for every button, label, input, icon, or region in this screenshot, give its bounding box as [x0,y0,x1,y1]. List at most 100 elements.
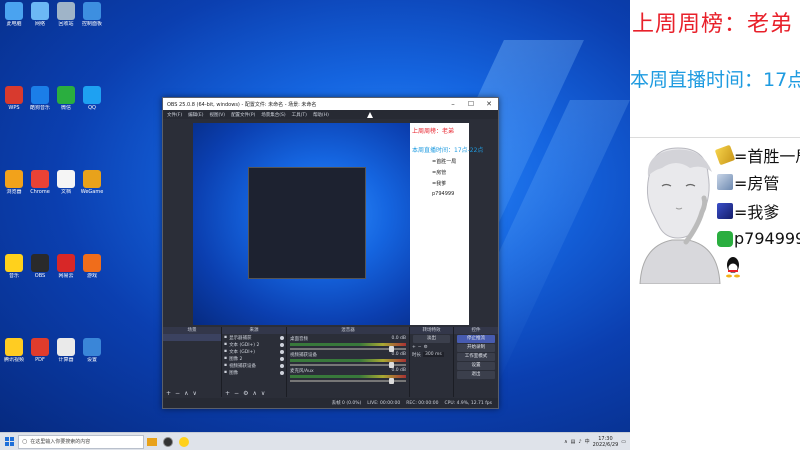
chevron-down-icon[interactable]: ∨ [192,390,196,397]
source-item[interactable]: ▪ 图像 [222,369,286,376]
app-icon [5,338,23,356]
mixer-channel-name: 桌面音频 [290,337,308,342]
control-button[interactable]: 开始录制 [457,344,495,352]
minimize-icon[interactable]: – [444,98,462,110]
desktop-icon[interactable]: 回收站 [54,2,78,27]
obs-menu-item[interactable]: 文件(F) [167,112,182,118]
sources-dock-title: 来源 [222,327,286,334]
desktop-icon[interactable]: 微信 [54,86,78,111]
volume-slider[interactable] [290,362,406,368]
source-item[interactable]: ▪ 显示器捕获 [222,334,286,341]
volume-slider-handle[interactable] [389,378,394,384]
input-language[interactable]: 中 [585,438,590,445]
control-button[interactable]: 工作室模式 [457,353,495,361]
desktop-icon[interactable]: 文档 [54,170,78,195]
desktop-icon[interactable]: 酷狗音乐 [28,86,52,111]
weekly-ranking-label: 上周周榜：老弟 [632,12,794,37]
desktop-icon[interactable]: 此电脑 [2,2,26,27]
desktop-icon[interactable]: PDF [28,338,52,363]
obs-menu-item[interactable]: 工具(T) [292,112,307,118]
obs-menu-item[interactable]: 视图(V) [209,112,225,118]
taskbar-search[interactable]: ○ 在这里输入你要搜索的内容 [18,434,144,449]
desktop-icon[interactable]: 音乐 [2,254,26,279]
obs-menu-item[interactable]: 编辑(E) [188,112,203,118]
add-icon[interactable]: + [166,390,171,397]
taskbar-app-obs[interactable] [160,434,176,450]
volume-slider[interactable] [290,346,406,352]
remove-icon[interactable]: − [234,390,239,397]
start-button[interactable] [0,433,18,450]
gear-icon[interactable]: ⚙ [424,345,428,350]
preview-overlay-panel: 上周周榜：老弟 本周直播时间：17点-22点 =首胜一局 =房管 =我爹 p79… [410,123,483,325]
gift-label: =首胜一局 [734,147,800,166]
eye-icon[interactable] [280,349,284,354]
chevron-up-icon[interactable]: ∧ [184,390,188,397]
volume-slider-handle[interactable] [389,346,394,352]
desktop-icon[interactable]: Chrome [28,170,52,195]
desktop-icon[interactable]: WPS [2,86,26,111]
add-icon[interactable]: + [225,390,230,397]
eye-icon[interactable] [280,356,284,361]
status-item: 丢帧 0 (0.0%) [331,401,362,406]
transitions-dock: 转场特效 淡出 + − ⚙ 时长 300 ms [410,327,453,397]
preview-gift-row: =房管 [432,170,447,176]
obs-menu-item[interactable]: 帮助(H) [313,112,329,118]
eye-icon[interactable] [280,370,284,375]
chevron-down-icon[interactable]: ∨ [261,390,265,397]
volume-slider[interactable] [290,378,406,384]
obs-menu-item[interactable]: 场景集合(S) [261,112,285,118]
desktop-icon[interactable]: 设置 [80,338,104,363]
desktop-icon[interactable]: QQ [80,86,104,111]
source-item[interactable]: ▪ 文本 (GDI+) [222,348,286,355]
desktop-icon[interactable]: 网络 [28,2,52,27]
source-label: 显示器捕获 [229,335,252,341]
source-item[interactable]: ▪ 文本 (GDI+) 2 [222,341,286,348]
taskbar-app-files[interactable] [144,434,160,450]
desktop-icon[interactable]: 计算器 [54,338,78,363]
taskbar-app-music[interactable] [176,434,192,450]
sources-dock: 来源 ▪ 显示器捕获 ▪ 文本 (GDI+) 2 ▪ 文本 (GDI+) ▪ 图像 2 ▪ 视频捕… [222,327,286,397]
scene-item[interactable] [163,334,221,341]
eye-icon[interactable] [280,342,284,347]
obs-preview[interactable]: 上周周榜：老弟 本周直播时间：17点-22点 =首胜一局 =房管 =我爹 p79… [193,123,483,325]
eye-icon[interactable] [280,363,284,368]
remove-icon[interactable]: − [175,390,180,397]
desktop-icon[interactable]: 网易云 [54,254,78,279]
obs-titlebar[interactable]: OBS 25.0.8 (64-bit, windows) - 配置文件: 未命名… [163,98,498,110]
volume-icon[interactable]: ♪ [578,439,581,445]
desktop-icon[interactable]: 控制面板 [80,2,104,27]
duration-input[interactable]: 300 ms [423,352,444,357]
chevron-up-icon[interactable]: ∧ [252,390,256,397]
network-icon[interactable]: ▤ [571,439,576,445]
control-button[interactable]: 设置 [457,362,495,370]
obs-menu-item[interactable]: 配置文件(P) [231,112,255,118]
obs-window[interactable]: OBS 25.0.8 (64-bit, windows) - 配置文件: 未命名… [162,97,499,409]
desktop-icon[interactable]: OBS [28,254,52,279]
eye-icon[interactable] [280,335,284,340]
gear-icon[interactable]: ⚙ [243,390,248,397]
control-button[interactable]: 退出 [457,371,495,379]
remove-icon[interactable]: − [418,345,422,350]
source-item[interactable]: ▪ 图像 2 [222,355,286,362]
source-item[interactable]: ▪ 视频捕获设备 [222,362,286,369]
maximize-icon[interactable]: ☐ [462,98,480,110]
volume-slider-handle[interactable] [389,362,394,368]
wechat-id: p794999 [734,229,800,248]
notification-icon[interactable]: ▭ [621,439,626,445]
mixer-channel: 桌面音频 0.0 dB [290,336,406,352]
desktop-icon[interactable]: WeGame [80,170,104,195]
desktop-icon-label: 浏览器 [6,189,22,195]
desktop-icon[interactable]: 腾讯视频 [2,338,26,363]
preview-gift-row: =我爹 [432,181,447,187]
app-icon [83,2,101,20]
add-icon[interactable]: + [412,345,416,350]
close-icon[interactable]: ✕ [480,98,498,110]
clock[interactable]: 17:30 2022/6/29 [593,436,619,448]
desktop-icon[interactable]: 游戏 [80,254,104,279]
chevron-up-icon[interactable]: ∧ [564,439,568,445]
gift-label: =房管 [734,174,780,193]
desktop-icon[interactable]: 浏览器 [2,170,26,195]
transition-type-select[interactable]: 淡出 [413,335,450,343]
app-icon [5,2,23,20]
control-button[interactable]: 停止推流 [457,335,495,343]
